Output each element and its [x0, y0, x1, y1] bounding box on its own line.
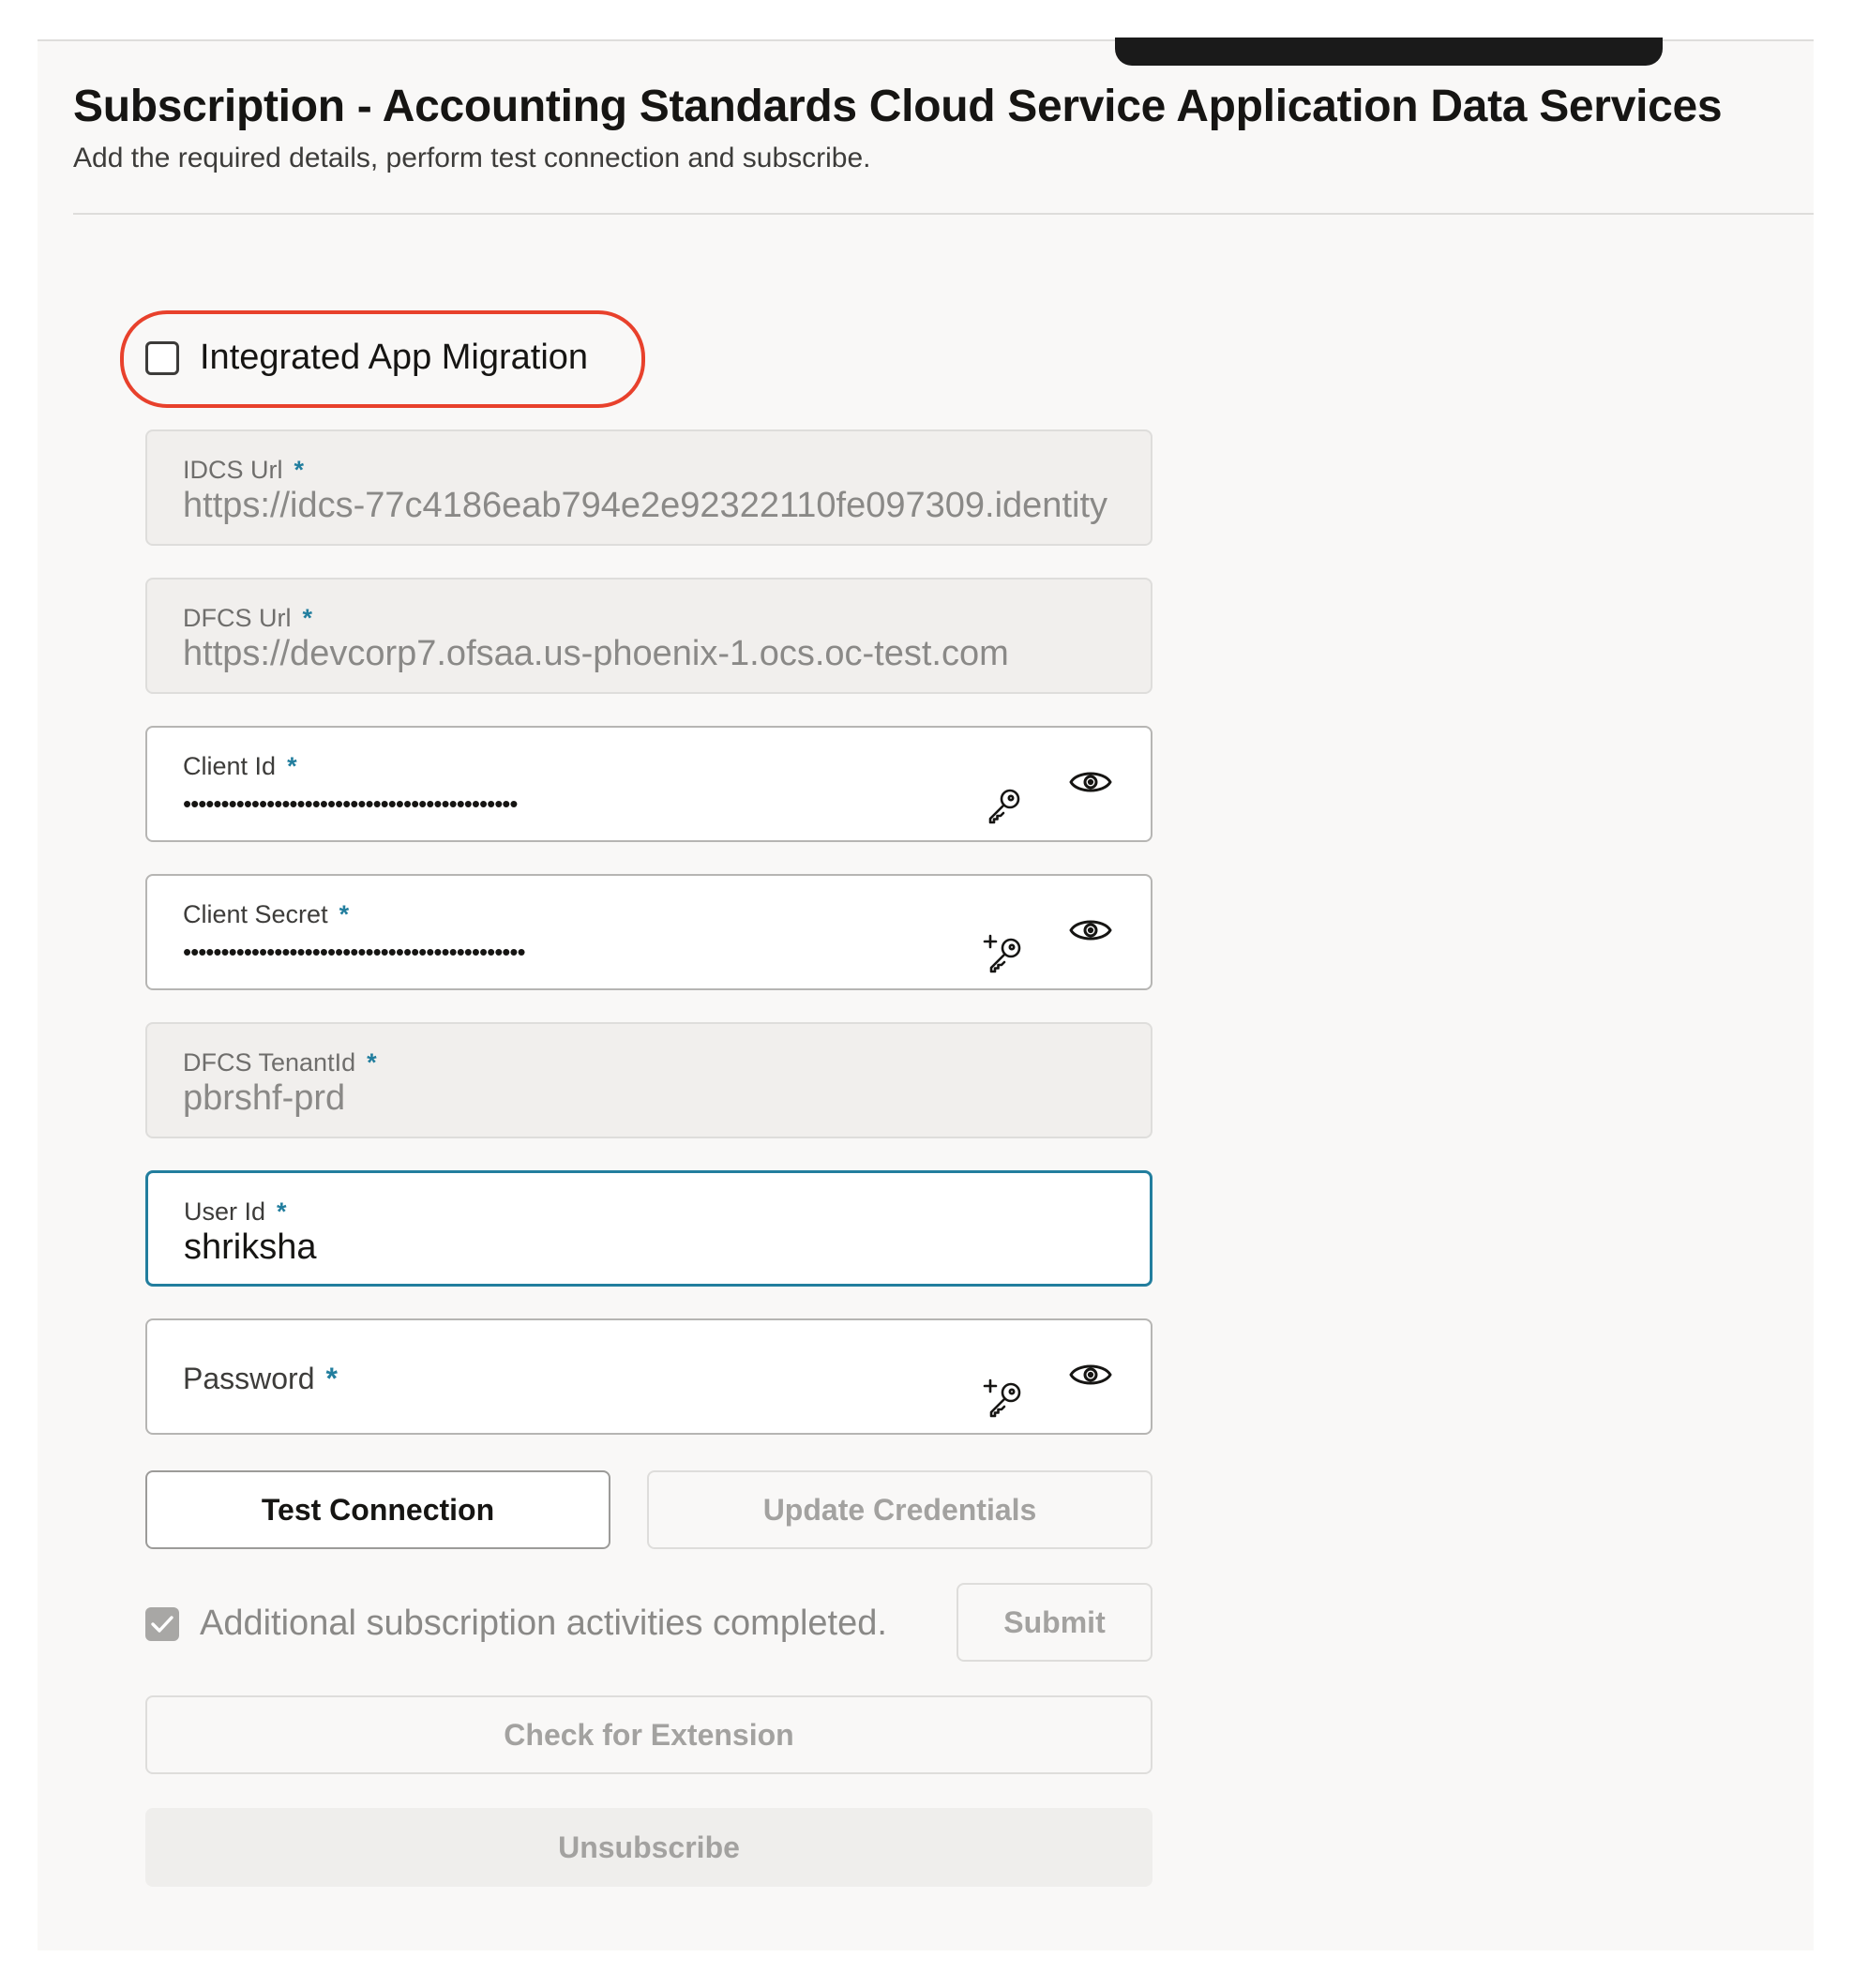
additional-activities-checkbox[interactable]: Additional subscription activities compl… — [145, 1604, 887, 1644]
header-divider — [73, 213, 1814, 215]
dfcs-tenant-id-field: DFCS TenantId * pbrshf-prd — [145, 1022, 1152, 1138]
submit-button[interactable]: Submit — [957, 1583, 1152, 1662]
check-for-extension-button[interactable]: Check for Extension — [145, 1695, 1152, 1774]
additional-activities-label: Additional subscription activities compl… — [200, 1604, 887, 1643]
page-title: Subscription - Accounting Standards Clou… — [73, 82, 1723, 131]
add-key-icon[interactable] — [980, 928, 1029, 977]
client-id-value[interactable]: ••••••••••••••••••••••••••••••••••••••••… — [183, 790, 1117, 819]
dfcs-tenant-id-value: pbrshf-prd — [183, 1078, 346, 1118]
dfcs-url-label: DFCS Url * — [183, 604, 313, 632]
required-marker: * — [287, 752, 297, 780]
client-secret-value[interactable]: ••••••••••••••••••••••••••••••••••••••••… — [183, 938, 1117, 967]
dfcs-url-field: DFCS Url * https://devcorp7.ofsaa.us-phoe… — [145, 578, 1152, 694]
idcs-url-label: IDCS Url * — [183, 456, 305, 484]
password-field[interactable]: Password * — [145, 1318, 1152, 1435]
required-marker: * — [277, 1197, 287, 1226]
required-marker: * — [339, 900, 350, 928]
client-id-label: Client Id * — [183, 752, 297, 780]
key-icon[interactable] — [980, 780, 1029, 829]
dfcs-tenant-id-label: DFCS TenantId * — [183, 1048, 377, 1077]
password-label: Password * — [183, 1362, 338, 1395]
client-secret-field[interactable]: Client Secret * •••••••••••••••••••••••••… — [145, 874, 1152, 990]
user-id-value[interactable]: shriksha — [184, 1227, 1116, 1268]
required-marker: * — [294, 456, 305, 484]
tooltip-popup — [1115, 38, 1663, 66]
unsubscribe-button[interactable]: Unsubscribe — [145, 1808, 1152, 1887]
dfcs-url-value: https://devcorp7.ofsaa.us-phoenix-1.ocs.… — [183, 634, 1009, 673]
checkmark-icon — [151, 1615, 173, 1633]
integrated-app-migration-checkbox[interactable]: Integrated App Migration — [145, 338, 588, 378]
integrated-app-migration-label: Integrated App Migration — [200, 338, 589, 377]
page-subtitle: Add the required details, perform test c… — [73, 143, 871, 173]
user-id-label: User Id * — [184, 1197, 287, 1226]
required-marker: * — [302, 604, 313, 632]
user-id-field[interactable]: User Id * shriksha — [145, 1170, 1152, 1287]
eye-icon[interactable] — [1066, 758, 1115, 806]
client-id-field[interactable]: Client Id * •••••••••••••••••••••••••••••… — [145, 726, 1152, 842]
idcs-url-field: IDCS Url * https://idcs-77c4186eab794e2e9… — [145, 429, 1152, 546]
idcs-url-value: https://idcs-77c4186eab794e2e92322110fe0… — [183, 486, 1107, 525]
update-credentials-button[interactable]: Update Credentials — [647, 1470, 1152, 1549]
eye-icon[interactable] — [1066, 1350, 1115, 1399]
client-secret-label: Client Secret * — [183, 900, 350, 928]
eye-icon[interactable] — [1066, 906, 1115, 955]
required-marker: * — [325, 1362, 338, 1395]
checkbox-box[interactable] — [145, 1606, 179, 1641]
required-marker: * — [367, 1048, 377, 1077]
checkbox-box[interactable] — [145, 340, 179, 375]
test-connection-button[interactable]: Test Connection — [145, 1470, 610, 1549]
add-key-icon[interactable] — [980, 1373, 1029, 1422]
